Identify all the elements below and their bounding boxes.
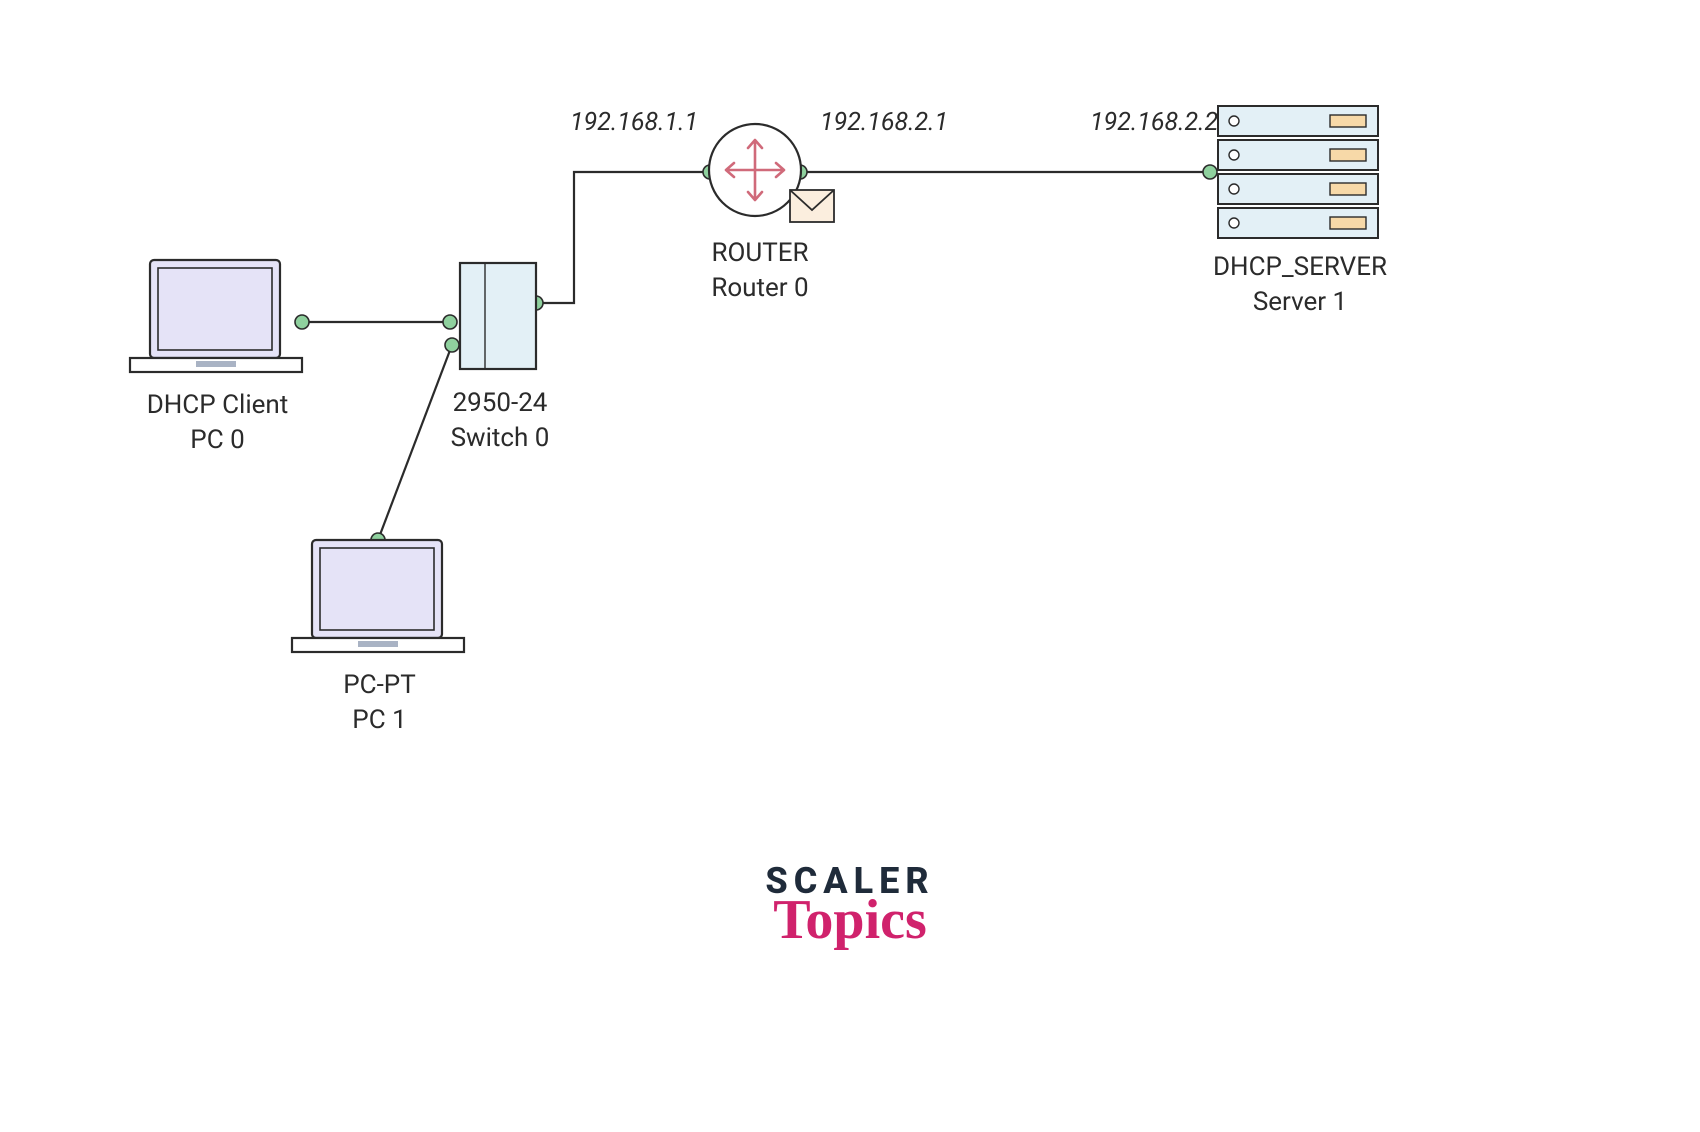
envelope-icon xyxy=(790,190,834,222)
pc1-name: PC 1 xyxy=(292,703,467,738)
network-diagram xyxy=(0,0,1700,1132)
router-name: Router 0 xyxy=(670,271,850,306)
router-label: ROUTER Router 0 xyxy=(670,236,850,306)
scaler-topics-logo: SCALER Topics xyxy=(765,860,934,952)
server-name: Server 1 xyxy=(1190,285,1410,320)
links-group xyxy=(302,172,1210,540)
switch-icon xyxy=(460,263,536,369)
server-title: DHCP_SERVER xyxy=(1190,250,1410,285)
ip-router-left: 192.168.1.1 xyxy=(570,108,698,137)
ip-router-right: 192.168.2.1 xyxy=(820,108,948,137)
pc0-name: PC 0 xyxy=(130,423,305,458)
pc1-label: PC-PT PC 1 xyxy=(292,668,467,738)
router-icon xyxy=(709,124,801,216)
pc1-title: PC-PT xyxy=(292,668,467,703)
port-dots xyxy=(295,165,1217,547)
switch-title: 2950-24 xyxy=(420,386,580,421)
pc0-icon xyxy=(130,260,302,372)
pc0-label: DHCP Client PC 0 xyxy=(130,388,305,458)
server-label: DHCP_SERVER Server 1 xyxy=(1190,250,1410,320)
pc0-title: DHCP Client xyxy=(130,388,305,423)
server-icon xyxy=(1218,106,1378,238)
pc1-icon xyxy=(292,540,464,652)
brand-line2: Topics xyxy=(765,888,934,952)
router-title: ROUTER xyxy=(670,236,850,271)
switch-name: Switch 0 xyxy=(420,421,580,456)
switch-label: 2950-24 Switch 0 xyxy=(420,386,580,456)
ip-server: 192.168.2.2 xyxy=(1090,108,1218,137)
